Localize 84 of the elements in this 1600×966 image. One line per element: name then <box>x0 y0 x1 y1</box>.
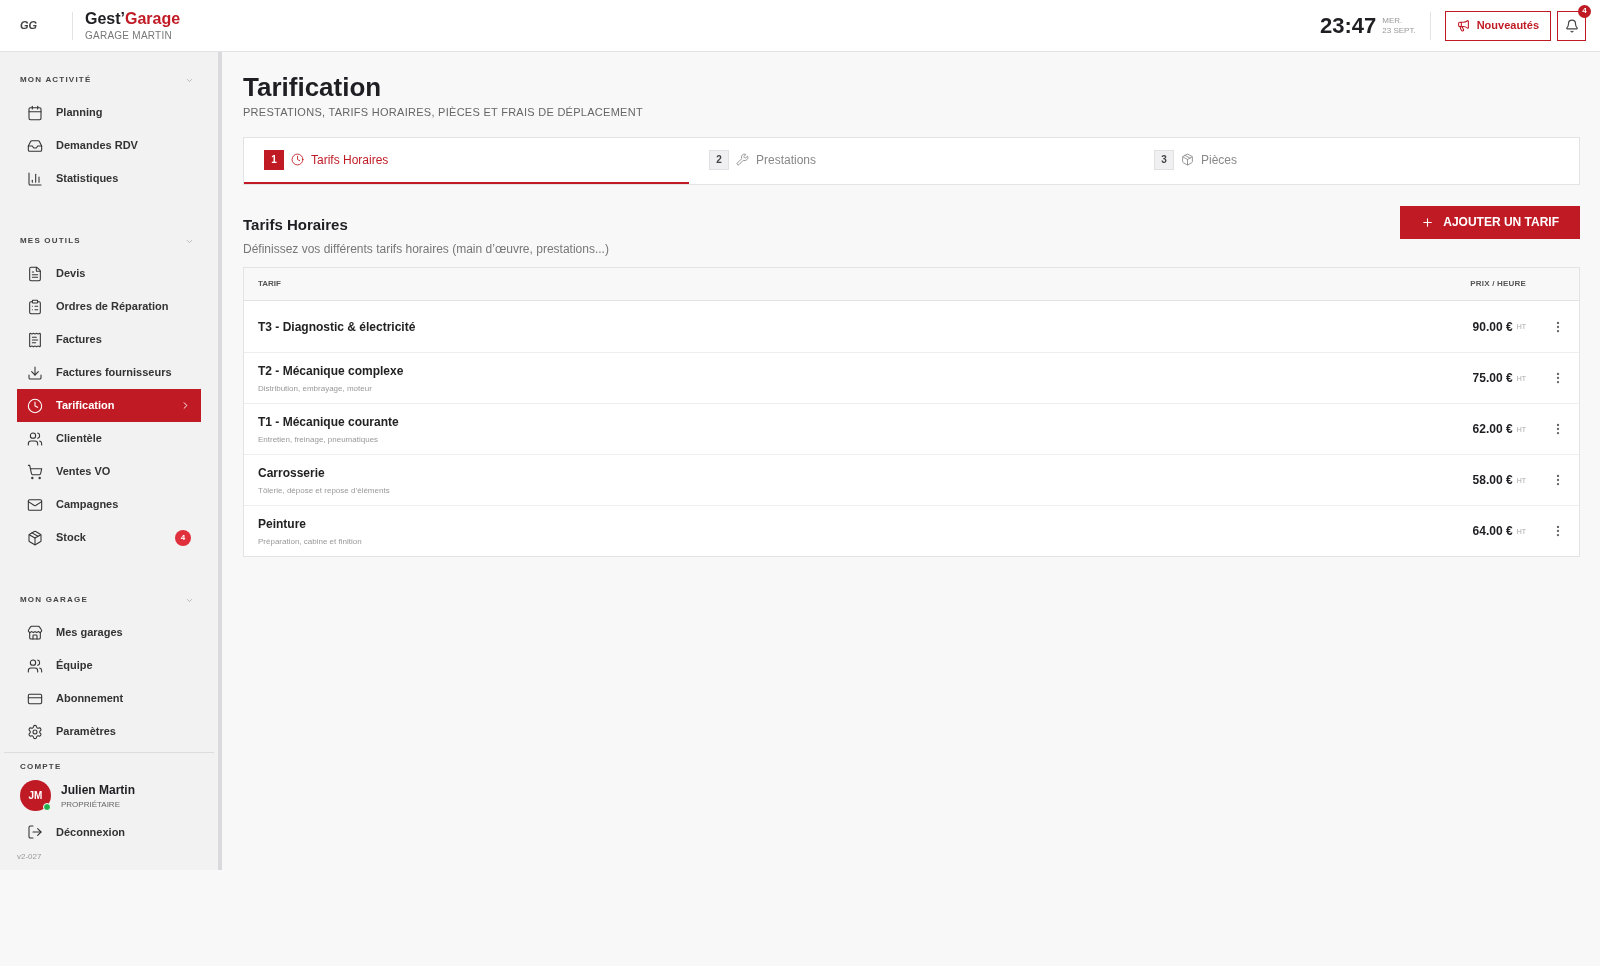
nav-item[interactable]: Factures fournisseurs <box>17 356 201 389</box>
rate-price: 90.00 € <box>1472 318 1513 336</box>
nav-item[interactable]: Clientèle <box>17 422 201 455</box>
nav-item[interactable]: Statistiques <box>17 162 201 195</box>
column-header: PRIX / HEURE <box>1470 278 1526 290</box>
step-number: 3 <box>1154 149 1174 170</box>
nav-item[interactable]: Ordres de Réparation <box>17 290 201 323</box>
rate-name: T1 - Mécanique courante <box>258 413 400 431</box>
envelope-icon <box>27 496 43 513</box>
clock-icon <box>291 153 304 166</box>
rate-name: T3 - Diagnostic & électricité <box>258 318 417 336</box>
users-icon <box>27 430 43 447</box>
rate-price: 58.00 € <box>1472 472 1513 489</box>
news-button[interactable]: Nouveautés <box>1444 10 1551 41</box>
page-title: Tarification <box>243 72 383 102</box>
users-icon <box>27 657 43 674</box>
settings-icon <box>27 723 43 740</box>
rate-price: 75.00 € <box>1472 370 1513 387</box>
page-subtitle: PRESTATIONS, TARIFS HORAIRES, PIÈCES ET FRAIS DE DÉPLACEMENT <box>243 105 644 120</box>
user-name: Julien Martin <box>61 781 135 799</box>
nav-item[interactable]: Équipe <box>17 649 201 682</box>
rate-price: 62.00 € <box>1472 421 1513 438</box>
rate-name: Carrosserie <box>258 464 326 482</box>
invoice-icon <box>27 331 43 348</box>
column-header: TARIF <box>258 278 282 290</box>
rate-price: 64.00 € <box>1472 523 1513 540</box>
rate-description: Tôlerie, dépose et repose d’éléments <box>258 484 391 497</box>
step-number: 2 <box>709 149 729 170</box>
clock-icon <box>27 397 43 414</box>
section-heading: COMPTE <box>19 761 63 773</box>
avatar: JM <box>20 780 51 811</box>
rate-name: T2 - Mécanique complexe <box>258 362 405 380</box>
section-description: Définissez vos différents tarifs horaires (main d’œuvre, prestations...) <box>243 241 609 258</box>
logout-link[interactable]: Déconnexion <box>17 817 201 847</box>
nav-item[interactable]: Ventes VO <box>17 455 201 488</box>
nav-item[interactable]: Planning <box>17 96 201 129</box>
add-rate-button[interactable]: AJOUTER UN TARIF <box>1400 205 1580 239</box>
section-title: Tarifs Horaires <box>243 214 349 235</box>
box-icon <box>1181 153 1194 166</box>
section-heading: MON GARAGE <box>20 594 88 606</box>
nav-item[interactable]: Devis <box>17 257 201 290</box>
step-number: 1 <box>264 149 284 170</box>
store-icon <box>27 624 43 641</box>
tab[interactable]: 2 Prestations <box>689 137 1134 184</box>
nav-item[interactable]: Abonnement <box>17 682 201 715</box>
rate-description: Préparation, cabine et finition <box>258 535 363 548</box>
box-icon <box>27 529 43 546</box>
garage-name: GARAGE MARTIN <box>85 28 173 43</box>
calendar-icon <box>27 104 43 121</box>
rate-description: Entretien, freinage, pneumatiques <box>258 433 380 446</box>
nav-item[interactable]: Tarification <box>17 389 201 422</box>
notifications-button[interactable] <box>1557 10 1586 41</box>
nav-item[interactable]: Paramètres <box>17 715 201 748</box>
wrench-icon <box>736 153 749 166</box>
rate-name: Peinture <box>258 515 307 533</box>
tab[interactable]: 1 Tarifs Horaires <box>244 137 689 184</box>
bell-icon <box>1564 18 1579 33</box>
date: 23 SEPT. <box>1382 25 1416 36</box>
clock-time: 23:47 <box>1320 12 1377 40</box>
version-label: v2-027 <box>16 851 43 863</box>
count-badge: 4 <box>175 529 191 546</box>
logout-icon <box>27 824 43 840</box>
weekday: MER. <box>1382 15 1404 26</box>
nav-item[interactable]: Stock 4 <box>17 521 201 554</box>
bar-chart-icon <box>27 170 43 187</box>
megaphone-icon <box>1456 19 1470 32</box>
logo-mark: GG <box>20 18 39 34</box>
brand-name: Gest’Garage <box>85 8 181 28</box>
download-icon <box>27 364 43 381</box>
inbox-icon <box>27 137 43 154</box>
user-role: PROPRIÉTAIRE <box>61 798 121 811</box>
section-heading: MES OUTILS <box>20 235 81 247</box>
notification-count: 4 <box>1578 4 1591 18</box>
nav-item[interactable]: Campagnes <box>17 488 201 521</box>
nav-item[interactable]: Demandes RDV <box>17 129 201 162</box>
tab[interactable]: 3 Pièces <box>1134 137 1579 184</box>
clipboard-icon <box>27 298 43 315</box>
plus-icon <box>1421 215 1435 229</box>
nav-item[interactable]: Factures <box>17 323 201 356</box>
cart-icon <box>27 463 43 480</box>
nav-item[interactable]: Mes garages <box>17 616 201 649</box>
rate-description: Distribution, embrayage, moteur <box>258 382 373 395</box>
section-heading: MON ACTIVITÉ <box>20 74 92 86</box>
document-icon <box>27 265 43 282</box>
